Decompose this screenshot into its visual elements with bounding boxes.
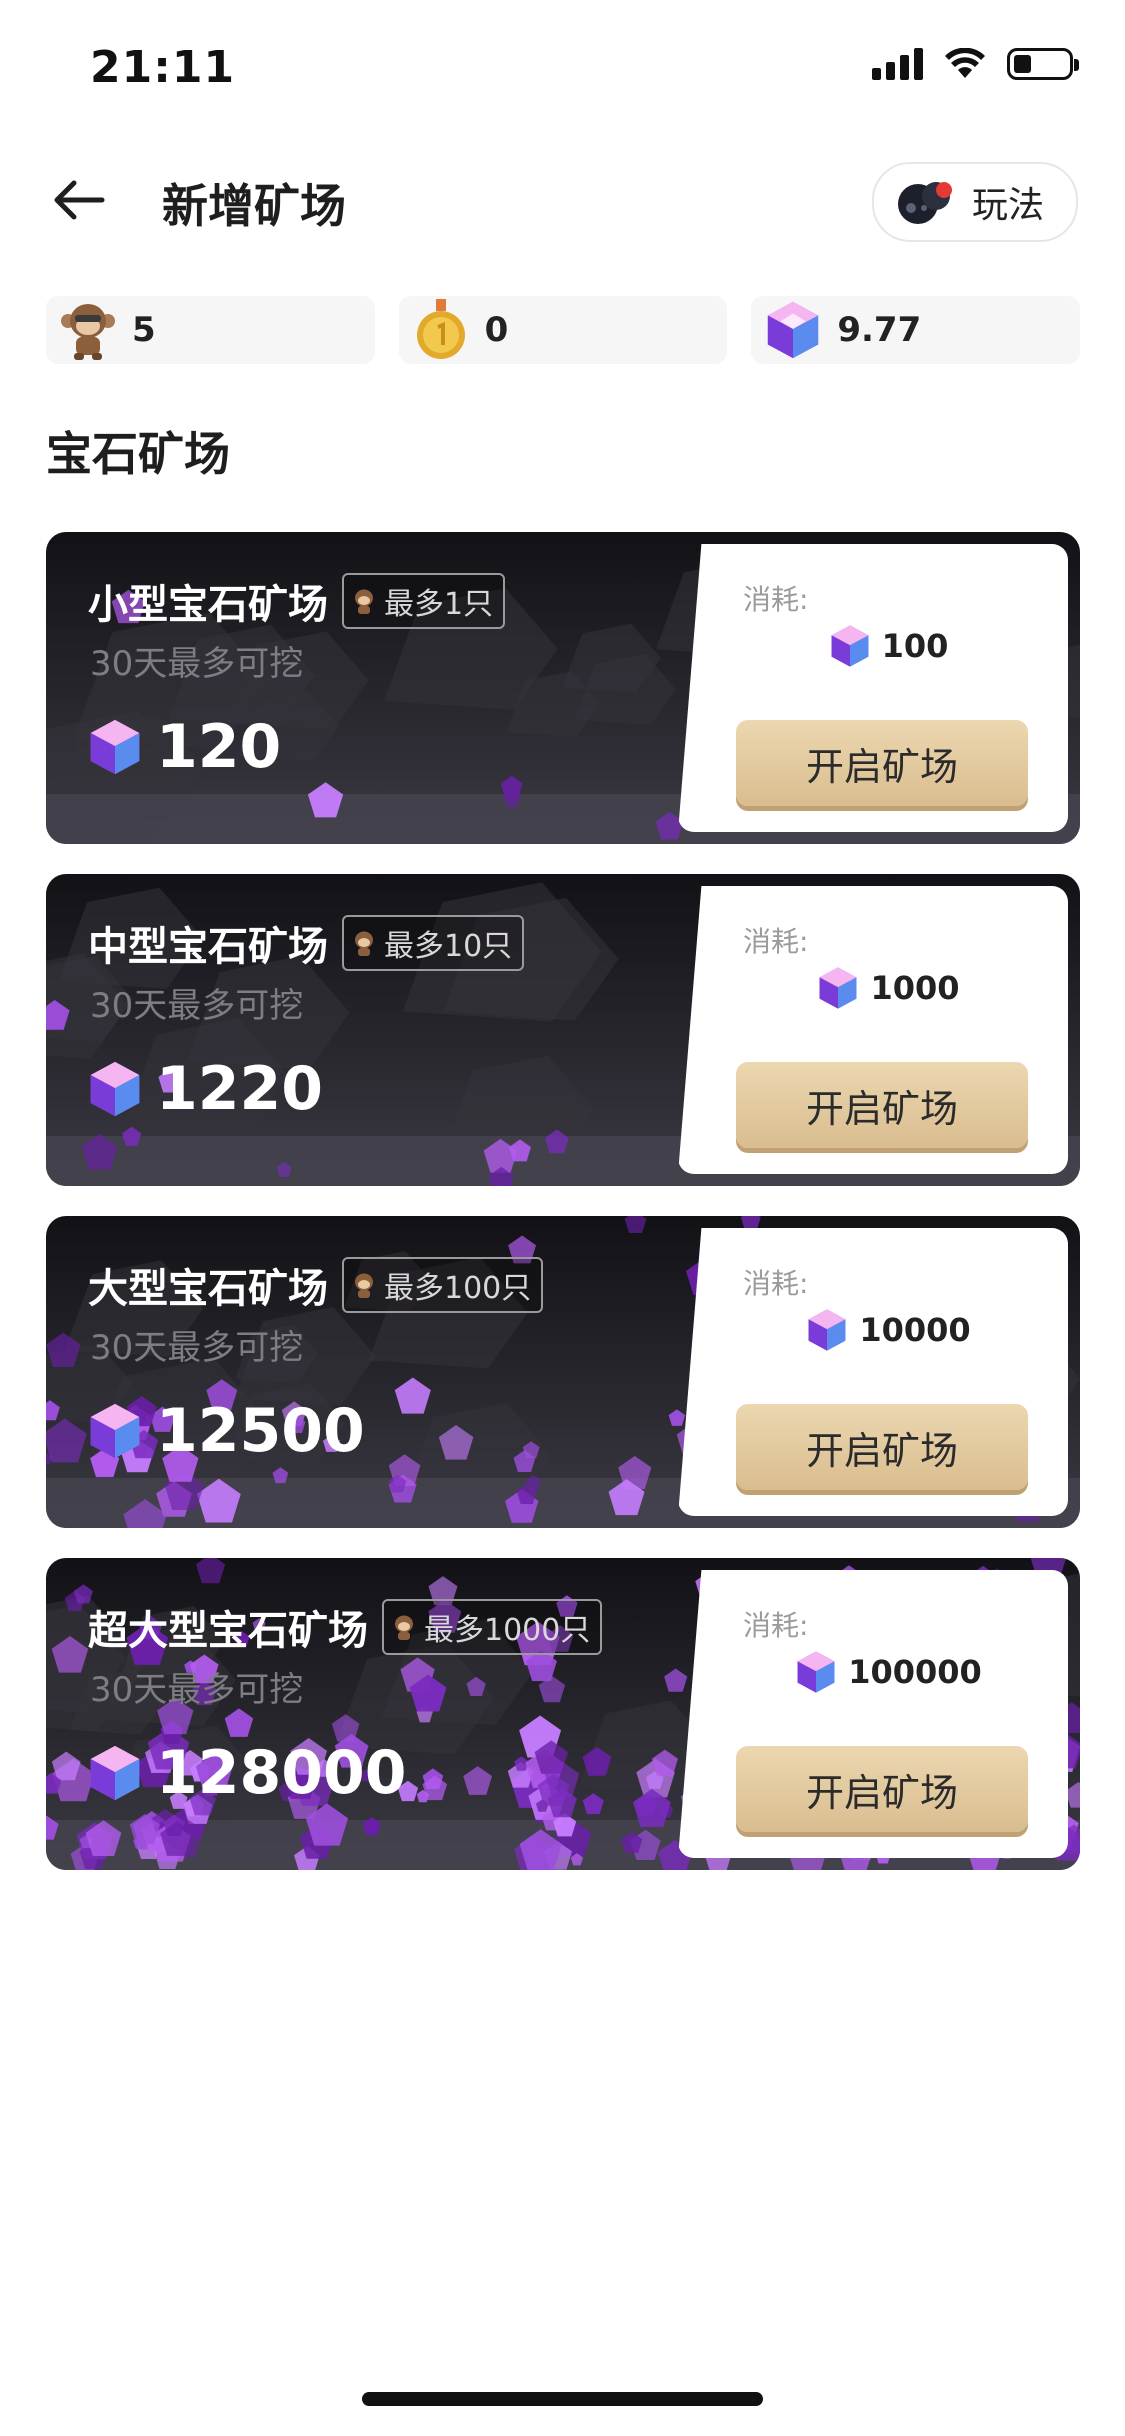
mine-list: 小型宝石矿场 最多1只 30天最多可挖 120 消耗: 100 开启矿场 中型宝石… <box>46 532 1080 1900</box>
mine-card-medium: 中型宝石矿场 最多10只 30天最多可挖 1220 消耗: 1000 开启矿场 <box>46 874 1080 1186</box>
joystick-icon <box>897 182 952 224</box>
cost-panel: 消耗: 1000 开启矿场 <box>678 886 1068 1174</box>
cost-value: 100000 <box>678 1650 1068 1694</box>
mine-subtitle: 30天最多可挖 <box>90 1328 304 1368</box>
open-mine-button[interactable]: 开启矿场 <box>736 1062 1028 1148</box>
gold-count-value: 0 <box>484 310 509 350</box>
gem-icon <box>90 1061 140 1117</box>
cost-value: 1000 <box>678 966 1068 1010</box>
mine-subtitle: 30天最多可挖 <box>90 644 304 684</box>
cellular-signal-icon <box>872 48 923 80</box>
cost-panel: 消耗: 10000 开启矿场 <box>678 1228 1068 1516</box>
gem-icon <box>90 1403 140 1459</box>
monkey-icon <box>395 1615 413 1640</box>
gem-icon <box>831 625 869 667</box>
cost-label: 消耗: <box>743 583 809 616</box>
gem-icon <box>768 301 819 359</box>
rules-label: 玩法 <box>971 185 1044 226</box>
rules-button[interactable]: 玩法 <box>871 162 1078 242</box>
mine-yield: 1220 <box>86 1054 323 1124</box>
cost-label: 消耗: <box>743 1267 809 1300</box>
home-indicator[interactable] <box>362 2392 763 2406</box>
back-arrow-icon <box>54 180 105 220</box>
mine-name: 大型宝石矿场 <box>88 1266 328 1312</box>
nav-header: 新增矿场 玩法 <box>0 150 1125 250</box>
gem-icon <box>90 719 140 775</box>
mine-card-extra-large: 超大型宝石矿场 最多1000只 30天最多可挖 128000 消耗: 100000… <box>46 1558 1080 1870</box>
capacity-badge: 最多10只 <box>342 915 525 971</box>
asset-stats: 5 0 9.77 <box>46 296 1081 364</box>
wifi-icon <box>945 48 985 78</box>
gold-medal-icon <box>416 299 465 359</box>
gem-icon <box>797 1651 835 1693</box>
mine-name: 超大型宝石矿场 <box>88 1608 368 1654</box>
cost-value: 10000 <box>678 1308 1068 1352</box>
open-mine-button[interactable]: 开启矿场 <box>736 1746 1028 1832</box>
monkey-count: 5 <box>46 296 375 364</box>
gem-balance: 9.77 <box>751 296 1081 364</box>
capacity-badge: 最多1000只 <box>382 1599 603 1655</box>
monkey-icon <box>355 931 373 956</box>
open-mine-button[interactable]: 开启矿场 <box>736 1404 1028 1490</box>
cost-label: 消耗: <box>743 1609 809 1642</box>
capacity-badge: 最多100只 <box>342 1257 544 1313</box>
mine-name: 小型宝石矿场 <box>88 582 328 628</box>
back-button[interactable] <box>48 170 108 230</box>
gold-count: 0 <box>398 296 728 364</box>
gem-icon <box>808 1309 846 1351</box>
mine-name: 中型宝石矿场 <box>88 924 328 970</box>
gem-icon <box>90 1745 140 1801</box>
cost-label: 消耗: <box>743 925 809 958</box>
page-title: 新增矿场 <box>162 179 346 233</box>
monkey-count-value: 5 <box>132 310 156 350</box>
mine-card-large: 大型宝石矿场 最多100只 30天最多可挖 12500 消耗: 10000 开启矿… <box>46 1216 1080 1528</box>
cost-panel: 消耗: 100000 开启矿场 <box>678 1570 1068 1858</box>
gem-balance-value: 9.77 <box>837 310 922 350</box>
cost-panel: 消耗: 100 开启矿场 <box>678 544 1068 832</box>
battery-icon <box>1007 48 1079 80</box>
mine-subtitle: 30天最多可挖 <box>90 1670 304 1710</box>
mine-yield: 128000 <box>86 1738 407 1808</box>
status-time: 21:11 <box>90 42 236 93</box>
monkey-icon <box>355 1273 373 1298</box>
system-indicators <box>872 48 1079 80</box>
cost-value: 100 <box>678 624 1068 668</box>
mine-yield: 120 <box>86 712 281 782</box>
mine-subtitle: 30天最多可挖 <box>90 986 304 1026</box>
gem-icon <box>820 967 857 1009</box>
monkey-icon <box>61 304 115 360</box>
monkey-icon <box>355 589 373 614</box>
capacity-badge: 最多1只 <box>342 573 506 629</box>
section-title: 宝石矿场 <box>46 427 230 481</box>
mine-card-small: 小型宝石矿场 最多1只 30天最多可挖 120 消耗: 100 开启矿场 <box>46 532 1080 844</box>
open-mine-button[interactable]: 开启矿场 <box>736 720 1028 806</box>
status-bar: 21:11 <box>0 0 1125 130</box>
mine-yield: 12500 <box>86 1396 365 1466</box>
